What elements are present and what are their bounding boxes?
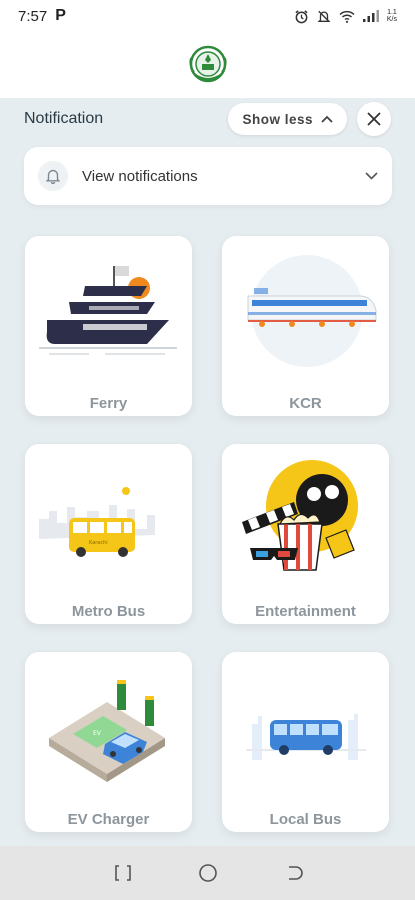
service-tile-metro-bus[interactable]: Karachi Metro Bus (25, 444, 192, 624)
chevron-up-icon (321, 115, 333, 123)
recent-apps-icon[interactable] (113, 863, 133, 883)
network-speed: 1.1 K/s (387, 9, 397, 23)
kcr-train-illustration (247, 255, 377, 367)
view-notifications-label: View notifications (82, 167, 198, 185)
notification-header: Notification Show less (24, 102, 391, 136)
service-label-ferry: Ferry (89, 395, 128, 412)
bell-icon (46, 169, 60, 184)
service-label-kcr: KCR (289, 395, 322, 412)
kmc-emblem-logo (188, 45, 227, 83)
close-icon (367, 112, 381, 126)
ev-sign-text: EV (93, 730, 102, 737)
service-tile-entertainment[interactable]: Entertainment (222, 444, 389, 624)
service-label-local-bus: Local Bus (269, 811, 342, 828)
signal-icon (362, 10, 379, 22)
show-less-label: Show less (242, 111, 313, 127)
home-icon[interactable] (198, 863, 218, 883)
status-time: 7:57 (18, 7, 48, 25)
app-header (0, 32, 415, 98)
wifi-icon (339, 10, 355, 23)
bell-icon-wrap (38, 161, 68, 191)
service-label-ev-charger: EV Charger (67, 811, 150, 828)
service-tile-kcr[interactable]: KCR (222, 236, 389, 416)
view-notifications-dropdown[interactable]: View notifications (24, 147, 392, 205)
network-speed-unit: K/s (386, 16, 397, 23)
status-icons: 1.1 K/s (294, 9, 397, 24)
close-button[interactable] (357, 102, 391, 136)
status-bar: 7:57 P 1.1 K/s (0, 0, 415, 32)
ferry-illustration (39, 266, 177, 355)
entertainment-illustration (242, 460, 358, 571)
back-icon[interactable] (283, 863, 303, 883)
service-label-metro-bus: Metro Bus (71, 603, 146, 620)
notification-title: Notification (24, 110, 104, 127)
network-speed-value: 1.1 (387, 9, 397, 16)
chevron-down-icon (365, 172, 378, 180)
show-less-button[interactable]: Show less (228, 103, 347, 135)
service-tile-ev-charger[interactable]: EV EV Charger (25, 652, 192, 832)
service-tile-ferry[interactable]: Ferry (25, 236, 192, 416)
ev-charger-illustration: EV (49, 680, 165, 782)
bus-sign-text: Karachi (89, 540, 108, 546)
parking-notification-icon: P (55, 7, 66, 24)
system-navigation-bar (0, 846, 415, 900)
service-tile-local-bus[interactable]: Local Bus (222, 652, 389, 832)
mute-bell-icon (317, 10, 331, 22)
alarm-icon (295, 9, 308, 23)
metro-bus-illustration: Karachi (39, 487, 155, 557)
service-label-entertainment: Entertainment (255, 603, 356, 620)
local-bus-illustration (246, 714, 366, 760)
